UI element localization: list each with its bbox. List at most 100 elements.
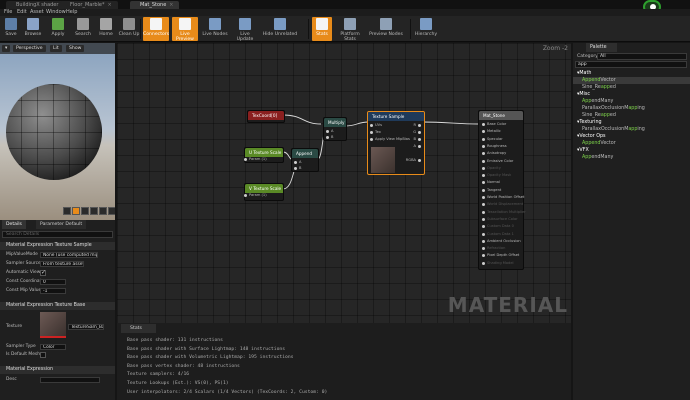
result-pin[interactable]: Custom Data 1 (482, 232, 514, 236)
category-select[interactable]: All (597, 53, 687, 60)
window-tab[interactable]: Mat_Stone × (130, 1, 180, 9)
node-pin-a[interactable]: A (414, 144, 423, 148)
mesh-icon[interactable] (99, 207, 107, 215)
result-pin[interactable]: Tessellation Multiplier (482, 210, 526, 214)
multiply-node[interactable]: Multiply A B (323, 117, 347, 141)
live-update-button[interactable]: Live Update (232, 17, 258, 42)
home-button[interactable]: Home (97, 17, 115, 41)
result-pin[interactable]: Custom Data 0 (482, 224, 514, 229)
cube-icon[interactable] (90, 207, 98, 215)
sphere-icon[interactable] (72, 207, 80, 215)
result-pin[interactable]: Anisotropy (481, 151, 506, 156)
teapot-icon[interactable] (108, 207, 115, 215)
tab-stats[interactable]: Stats (121, 324, 156, 333)
perspective-button[interactable]: Perspective (13, 45, 46, 52)
tab-parameter-defaults[interactable]: Parameter Default (36, 220, 87, 229)
mip-value-mode-select[interactable]: None (use computed mip le (40, 252, 98, 258)
cylinder-icon[interactable] (63, 207, 71, 215)
result-pin[interactable]: Emissive Color (481, 159, 513, 163)
result-pin[interactable]: Pixel Depth Offset (481, 253, 519, 258)
node-pin-uvs[interactable]: UVs (370, 123, 382, 127)
result-pin[interactable]: Normal (481, 180, 500, 185)
sampler-type-select[interactable]: Color (40, 344, 66, 350)
material-graph-canvas[interactable]: Zoom -2 MATERIAL TexCoord[0] Multiply A … (117, 43, 571, 323)
automatic-view-checkbox[interactable] (40, 269, 46, 277)
sampler-source-select[interactable]: From texture asset (40, 261, 84, 267)
show-button[interactable]: Show (66, 45, 85, 52)
platform-stats-button[interactable]: Platform Stats (335, 17, 365, 42)
palette-search-input[interactable]: app (575, 61, 687, 68)
search-button[interactable]: Search (72, 17, 94, 41)
palette-item[interactable]: AppendVector (573, 77, 690, 84)
node-pin-b[interactable]: B (324, 135, 333, 139)
menu-file[interactable]: File (4, 9, 12, 16)
result-pin[interactable]: World Displacement (481, 202, 523, 207)
u-texture-scale-node[interactable]: U Texture Scale Param (1) (244, 147, 284, 163)
texture-asset-picker[interactable]: TextureSam_Ba (68, 324, 104, 330)
palette-category[interactable]: ▾VFX (573, 147, 690, 154)
browse-button[interactable]: Browse (22, 17, 44, 41)
palette-category[interactable]: ▾Vector Ops (573, 133, 690, 140)
stats-button[interactable]: Stats (312, 17, 332, 41)
result-pin[interactable]: Base Color (481, 122, 506, 126)
result-pin[interactable]: Metallic (482, 129, 501, 134)
apply-button[interactable]: Apply (47, 17, 69, 41)
const-mip-value-input[interactable]: -1 (40, 288, 66, 294)
palette-category[interactable]: ▾Misc (573, 91, 690, 98)
palette-item[interactable]: Sine_Reapped (573, 112, 690, 119)
palette-item[interactable]: AppendMany (573, 154, 690, 161)
texture-thumbnail[interactable] (40, 312, 66, 338)
section-texture-sample[interactable]: Material Expression Texture Sample (0, 242, 115, 250)
result-pin[interactable]: Opacity (482, 166, 501, 170)
result-pin[interactable]: Shading Model (482, 261, 514, 265)
live-preview-button[interactable]: Live Preview (172, 17, 198, 42)
result-pin[interactable]: Specular (482, 137, 503, 141)
is-default-mesh-checkbox[interactable] (40, 352, 46, 358)
material-result-node[interactable]: Mat_Stone Base Color Metallic Specular Roug… (478, 110, 526, 270)
v-texture-scale-node[interactable]: V Texture Scale Param (1) (244, 183, 284, 201)
texcoord-node[interactable]: TexCoord[0] (247, 110, 285, 123)
tab-palette[interactable]: Palette (586, 43, 617, 52)
palette-item[interactable]: AppendMany (573, 98, 690, 105)
const-coordinate-input[interactable]: 0 (40, 279, 66, 285)
node-pin-rgba[interactable]: RGBA (406, 158, 422, 162)
section-material-expression[interactable]: Material Expression (0, 366, 115, 374)
preview-nodes-button[interactable]: Preview Nodes (368, 17, 404, 41)
save-button[interactable]: Save (2, 17, 20, 41)
close-icon[interactable]: × (108, 2, 112, 8)
menu-window[interactable]: Window (46, 9, 66, 16)
close-icon[interactable]: × (169, 2, 173, 8)
node-pin-a[interactable]: A (292, 160, 301, 164)
palette-item[interactable]: Sine_Reapped (573, 84, 690, 91)
node-pin-a[interactable]: A (324, 129, 333, 133)
desc-input[interactable] (40, 377, 100, 383)
menu-asset[interactable]: Asset (30, 9, 44, 16)
result-pin[interactable]: Tangent (481, 188, 501, 192)
texture-sample-node[interactable]: Texture Sample UVs Tex Apply View MipBia… (367, 111, 425, 175)
details-search-input[interactable]: Search Details (2, 231, 113, 238)
node-pin-b[interactable]: B (414, 137, 423, 141)
palette-item[interactable]: AppendVector (573, 140, 690, 147)
plane-icon[interactable] (81, 207, 89, 215)
hierarchy-button[interactable]: Hierarchy (413, 17, 439, 41)
node-pin-b[interactable]: B (292, 166, 301, 170)
live-nodes-button[interactable]: Live Nodes (202, 17, 228, 41)
palette-category[interactable]: ▾Texturing (573, 119, 690, 126)
node-pin-tex[interactable]: Tex (370, 130, 381, 134)
result-pin[interactable]: Ambient Occlusion (482, 239, 521, 243)
hide-unrelated-button[interactable]: Hide Unrelated (262, 17, 298, 41)
section-texture-base[interactable]: Material Expression Texture Base (0, 302, 115, 310)
node-pin-r[interactable]: R (414, 123, 420, 127)
result-pin[interactable]: Subsurface Color (482, 217, 518, 221)
lit-button[interactable]: Lit (50, 45, 62, 52)
result-pin[interactable]: Roughness (482, 144, 507, 148)
append-node[interactable]: Append A B (291, 148, 319, 172)
palette-item[interactable]: ParallaxOcclusionMapping (573, 126, 690, 133)
palette-item[interactable]: ParallaxOcclusionMapping (573, 105, 690, 112)
connectors-button[interactable]: Connectors (143, 17, 169, 41)
clean-up-button[interactable]: Clean Up (118, 17, 140, 41)
result-pin[interactable]: Refraction (481, 246, 505, 251)
window-tab[interactable]: Floor_Marble* × (60, 1, 118, 9)
result-pin[interactable]: Opacity Mask (481, 173, 511, 178)
tab-details[interactable]: Details (2, 220, 26, 229)
